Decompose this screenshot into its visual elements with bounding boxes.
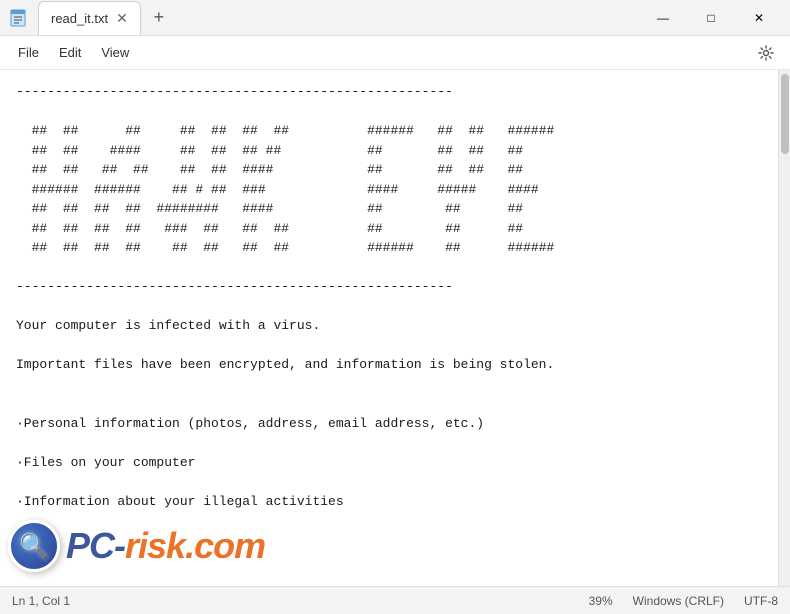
close-button[interactable]: ✕ (736, 2, 782, 34)
cursor-position: Ln 1, Col 1 (12, 594, 70, 608)
menu-view[interactable]: View (91, 41, 139, 64)
menu-bar: File Edit View (0, 36, 790, 70)
maximize-button[interactable]: □ (688, 2, 734, 34)
new-tab-button[interactable]: + (145, 4, 173, 32)
minimize-button[interactable]: — (640, 2, 686, 34)
title-bar: read_it.txt ✕ + — □ ✕ (0, 0, 790, 36)
menu-file[interactable]: File (8, 41, 49, 64)
scrollbar-track[interactable] (778, 70, 790, 586)
window-controls: — □ ✕ (640, 2, 782, 34)
tab-title: read_it.txt (51, 11, 108, 26)
status-bar: Ln 1, Col 1 39% Windows (CRLF) UTF-8 (0, 586, 790, 614)
settings-icon[interactable] (750, 37, 782, 69)
status-left: Ln 1, Col 1 (12, 594, 70, 608)
tab-close-button[interactable]: ✕ (116, 10, 128, 27)
status-right: 39% Windows (CRLF) UTF-8 (589, 594, 778, 608)
text-editor[interactable]: ----------------------------------------… (0, 70, 778, 586)
line-ending[interactable]: Windows (CRLF) (633, 594, 724, 608)
menu-edit[interactable]: Edit (49, 41, 91, 64)
active-tab[interactable]: read_it.txt ✕ (38, 1, 141, 35)
app-icon (8, 8, 28, 28)
encoding[interactable]: UTF-8 (744, 594, 778, 608)
content-area: ----------------------------------------… (0, 70, 790, 586)
scrollbar-thumb[interactable] (781, 74, 789, 154)
zoom-level[interactable]: 39% (589, 594, 613, 608)
